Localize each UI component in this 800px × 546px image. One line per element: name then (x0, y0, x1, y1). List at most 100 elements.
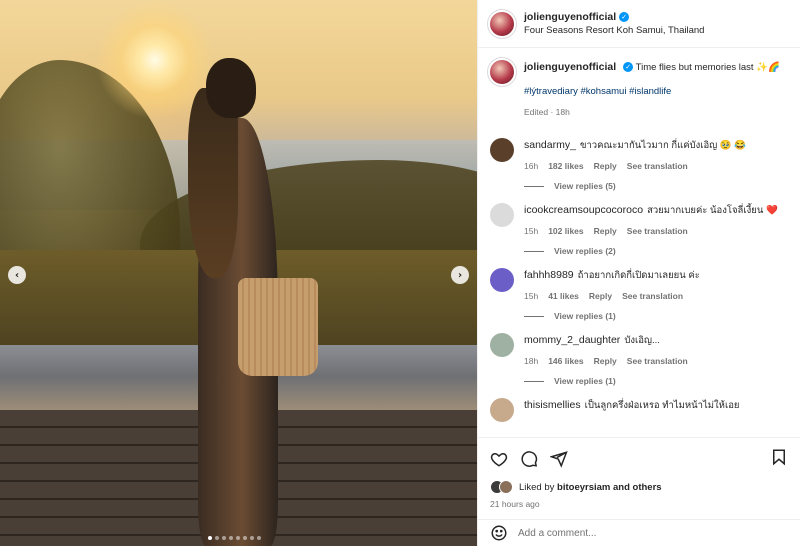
comment-container: sandarmy_ ขาวคณะมากันไวมาก กี่แค่บังเอิญ … (490, 138, 788, 422)
view-replies-button[interactable]: View replies (5) (524, 181, 788, 191)
comment-meta: 15h 41 likes Reply See translation (524, 291, 788, 301)
comment-likes[interactable]: 146 likes (548, 356, 583, 366)
see-translation-link[interactable]: See translation (627, 226, 688, 236)
caption-meta: Edited · 18h (524, 107, 570, 117)
comment-likes[interactable]: 102 likes (548, 226, 583, 236)
comment-time: 18h (524, 356, 539, 366)
carousel-dot[interactable] (236, 536, 240, 540)
woven-bag (238, 278, 318, 376)
comment-item: fahhh8989 ถ้าอยากเกิดกี่เปิดมาเลยยน ค่ะ 15… (490, 268, 788, 321)
comment-line: sandarmy_ ขาวคณะมากันไวมาก กี่แค่บังเอิญ … (524, 138, 788, 153)
liked-avatars[interactable] (490, 480, 513, 494)
comment-meta: 15h 102 likes Reply See translation (524, 226, 788, 236)
carousel-dot[interactable] (222, 536, 226, 540)
chevron-right-icon[interactable]: › (451, 266, 469, 284)
comment-text: เป็นลูกครึ่งฝ่อเหรอ ทำไมหน้าไม่ให้เอย (584, 400, 740, 411)
carousel-dot[interactable] (215, 536, 219, 540)
comment-item: icookcreamsoupcocoroco สวยมากเบยค่ะ น้องโ… (490, 203, 788, 256)
view-replies-button[interactable]: View replies (1) (524, 376, 788, 386)
avatar[interactable] (490, 333, 514, 357)
comment-text: ถ้าอยากเกิดกี่เปิดมาเลยยน ค่ะ (577, 270, 700, 281)
heart-icon[interactable] (490, 450, 508, 468)
post-side-panel: jolienguyenofficial ✓ Four Seasons Resort… (477, 0, 800, 546)
liked-by-prefix: Liked by (519, 481, 555, 493)
comment-username[interactable]: mommy_2_daughter (524, 334, 620, 346)
carousel-dot[interactable] (229, 536, 233, 540)
caption-text: Time flies but memories last ✨🌈 (635, 62, 780, 73)
reply-button[interactable]: Reply (589, 291, 612, 301)
reply-button[interactable]: Reply (594, 161, 617, 171)
comment-username[interactable]: icookcreamsoupcocoroco (524, 204, 643, 216)
replies-divider (524, 380, 544, 382)
comment-likes[interactable]: 182 likes (548, 161, 583, 171)
avatar[interactable] (490, 60, 514, 84)
view-replies-button[interactable]: View replies (1) (524, 311, 788, 321)
liked-by-user[interactable]: bitoeyrsiam (557, 482, 610, 493)
post-photo[interactable]: ‹ › (0, 0, 477, 546)
view-replies-label: View replies (1) (554, 376, 616, 386)
reply-button[interactable]: Reply (594, 356, 617, 366)
avatar[interactable] (490, 203, 514, 227)
view-replies-button[interactable]: View replies (2) (524, 246, 788, 256)
chevron-left-icon[interactable]: ‹ (8, 266, 26, 284)
comment-text: สวยมากเบยค่ะ น้องโจลี่เงี้ยน ❤️ (647, 205, 778, 216)
view-replies-label: View replies (5) (554, 181, 616, 191)
comment-time: 15h (524, 291, 539, 301)
add-comment-input[interactable] (518, 527, 778, 539)
comment-meta: 18h 146 likes Reply See translation (524, 356, 788, 366)
comments-list[interactable]: jolienguyenofficial ✓ Time flies but memo… (478, 48, 800, 437)
comment-username[interactable]: fahhh8989 (524, 269, 574, 281)
view-replies-label: View replies (1) (554, 311, 616, 321)
avatar[interactable] (490, 11, 514, 36)
comment-line: thisismellies เป็นลูกครึ่งฝ่อเหรอ ทำไมหน้… (524, 398, 788, 413)
post-header: jolienguyenofficial ✓ Four Seasons Resort… (478, 0, 800, 48)
post-dialog: ‹ › jolienguyenofficial ✓ Four Seasons Re… (0, 0, 800, 546)
verified-badge-icon: ✓ (623, 62, 634, 73)
avatar[interactable] (490, 398, 514, 422)
share-icon[interactable] (550, 450, 568, 468)
avatar[interactable] (490, 268, 514, 292)
avatar[interactable] (490, 138, 514, 162)
replies-divider (524, 250, 544, 252)
bookmark-icon[interactable] (770, 448, 788, 466)
carousel-dot[interactable] (250, 536, 254, 540)
comment-icon[interactable] (520, 450, 538, 468)
comment-item: thisismellies เป็นลูกครึ่งฝ่อเหรอ ทำไมหน้… (490, 398, 788, 422)
comment-item: mommy_2_daughter บังเอิญ... 18h 146 likes Re… (490, 333, 788, 386)
comment-username[interactable]: thisismellies (524, 399, 581, 411)
comment-time: 15h (524, 226, 539, 236)
avatar[interactable] (499, 480, 513, 494)
carousel-dot[interactable] (257, 536, 261, 540)
comment-time: 16h (524, 161, 539, 171)
carousel-dot[interactable] (243, 536, 247, 540)
reply-button[interactable]: Reply (594, 226, 617, 236)
post-timestamp[interactable]: 21 hours ago (490, 499, 788, 509)
comment-line: fahhh8989 ถ้าอยากเกิดกี่เปิดมาเลยยน ค่ะ (524, 268, 788, 283)
woman-head (206, 58, 256, 118)
comment-text: บังเอิญ... (624, 335, 660, 346)
liked-by: Liked by bitoeyrsiam and others (490, 480, 788, 494)
see-translation-link[interactable]: See translation (627, 356, 688, 366)
comment-username[interactable]: sandarmy_ (524, 139, 576, 151)
see-translation-link[interactable]: See translation (627, 161, 688, 171)
carousel-dots (208, 536, 261, 540)
post-actions: Liked by bitoeyrsiam and others 21 hours… (478, 437, 800, 519)
post-caption: jolienguyenofficial ✓ Time flies but memo… (490, 60, 788, 120)
liked-by-suffix[interactable]: and others (613, 482, 662, 493)
verified-badge-icon: ✓ (619, 11, 630, 22)
comment-item: sandarmy_ ขาวคณะมากันไวมาก กี่แค่บังเอิญ … (490, 138, 788, 191)
action-icon-row (490, 448, 788, 470)
caption-hashtags[interactable]: #lýtravediary #kohsamui #islandlife (524, 84, 780, 99)
carousel-dot[interactable] (208, 536, 212, 540)
view-replies-label: View replies (2) (554, 246, 616, 256)
comment-meta: 16h 182 likes Reply See translation (524, 161, 788, 171)
emoji-icon[interactable] (490, 524, 508, 542)
comment-text: ขาวคณะมากันไวมาก กี่แค่บังเอิญ 🥹 😂 (579, 140, 747, 151)
post-username[interactable]: jolienguyenofficial (524, 11, 616, 23)
post-location[interactable]: Four Seasons Resort Koh Samui, Thailand (524, 24, 704, 38)
replies-divider (524, 315, 544, 317)
comment-likes[interactable]: 41 likes (548, 291, 579, 301)
caption-username[interactable]: jolienguyenofficial (524, 61, 616, 73)
see-translation-link[interactable]: See translation (622, 291, 683, 301)
replies-divider (524, 185, 544, 187)
